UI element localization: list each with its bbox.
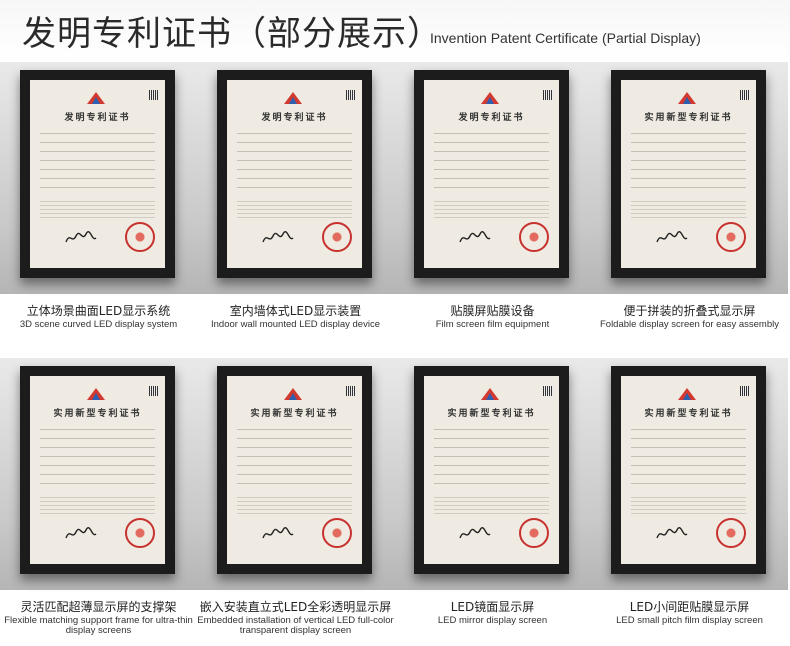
official-seal-icon (519, 222, 549, 252)
caption-english: Foldable display screen for easy assembl… (599, 319, 779, 330)
patent-office-logo-icon (284, 388, 302, 400)
caption-english: Embedded installation of vertical LED fu… (197, 615, 394, 636)
certificate-grid: 发明专利证书 立体场景曲面LED显示系统 3D scene curved LED… (0, 62, 790, 646)
certificate-frame: 发明专利证书 (414, 70, 569, 278)
certificate-title: 实用新型专利证书 (53, 409, 142, 419)
certificate-footnote-block (40, 198, 155, 220)
patent-office-logo-icon (87, 92, 105, 104)
certificate-paper: 实用新型专利证书 (621, 80, 756, 268)
signature-icon (262, 231, 294, 243)
caption-chinese: 便于拼装的折叠式显示屏 (623, 304, 756, 318)
qr-code-icon (740, 386, 750, 396)
signature-icon (65, 231, 97, 243)
official-seal-icon (125, 518, 155, 548)
official-seal-icon (716, 222, 746, 252)
certificate-text-block (434, 128, 549, 188)
qr-code-icon (543, 386, 553, 396)
qr-code-icon (740, 90, 750, 100)
qr-code-icon (149, 90, 159, 100)
certificate-paper: 发明专利证书 (424, 80, 559, 268)
certificate-paper: 发明专利证书 (30, 80, 165, 268)
patent-office-logo-icon (678, 92, 696, 104)
certificate-footnote-block (237, 198, 352, 220)
signature-icon (656, 527, 688, 539)
certificate-frame: 实用新型专利证书 (611, 70, 766, 278)
certificate-title: 实用新型专利证书 (447, 409, 536, 419)
patent-office-logo-icon (284, 92, 302, 104)
official-seal-icon (322, 222, 352, 252)
page-title: 发明专利证书（部分展示） (22, 14, 442, 54)
certificate-footnote-block (40, 494, 155, 516)
caption-chinese: LED镜面显示屏 (450, 600, 535, 614)
official-seal-icon (519, 518, 549, 548)
certificate-title: 发明专利证书 (458, 113, 525, 123)
certificate-text-block (631, 128, 746, 188)
caption-chinese: 立体场景曲面LED显示系统 (26, 304, 171, 318)
caption-english: 3D scene curved LED display system (19, 319, 178, 330)
patent-office-logo-icon (481, 92, 499, 104)
signature-icon (65, 527, 97, 539)
caption-chinese: 嵌入安装直立式LED全彩透明显示屏 (199, 600, 392, 614)
certificate-title: 实用新型专利证书 (644, 409, 733, 419)
certificate-paper: 发明专利证书 (227, 80, 362, 268)
certificate-footnote-block (434, 494, 549, 516)
qr-code-icon (346, 386, 356, 396)
certificate-paper: 实用新型专利证书 (227, 376, 362, 564)
certificate-paper: 实用新型专利证书 (30, 376, 165, 564)
signature-icon (262, 527, 294, 539)
caption-english: Indoor wall mounted LED display device (211, 319, 380, 330)
certificate-frame: 发明专利证书 (217, 70, 372, 278)
official-seal-icon (716, 518, 746, 548)
page-subtitle: Invention Patent Certificate (Partial Di… (430, 30, 701, 46)
certificate-paper: 实用新型专利证书 (621, 376, 756, 564)
certificate-footnote-block (631, 494, 746, 516)
official-seal-icon (322, 518, 352, 548)
certificate-frame: 发明专利证书 (20, 70, 175, 278)
caption-english: LED small pitch film display screen (616, 615, 763, 626)
certificate-footnote-block (631, 198, 746, 220)
caption-chinese: 室内墙体式LED显示装置 (229, 304, 362, 318)
caption-english: Flexible matching support frame for ultr… (4, 615, 193, 636)
certificate-text-block (237, 128, 352, 188)
certificate-frame: 实用新型专利证书 (414, 366, 569, 574)
certificate-frame: 实用新型专利证书 (611, 366, 766, 574)
patent-office-logo-icon (481, 388, 499, 400)
signature-icon (656, 231, 688, 243)
qr-code-icon (543, 90, 553, 100)
qr-code-icon (149, 386, 159, 396)
caption-english: LED mirror display screen (437, 615, 548, 626)
signature-icon (459, 527, 491, 539)
certificate-footnote-block (237, 494, 352, 516)
certificate-text-block (40, 424, 155, 484)
certificate-title: 实用新型专利证书 (644, 113, 733, 123)
official-seal-icon (125, 222, 155, 252)
certificate-text-block (631, 424, 746, 484)
caption-chinese: LED小间距贴膜显示屏 (629, 600, 750, 614)
caption-english: Film screen film equipment (435, 319, 550, 330)
certificate-title: 实用新型专利证书 (250, 409, 339, 419)
caption-chinese: 贴膜屏贴膜设备 (450, 304, 535, 318)
certificate-text-block (40, 128, 155, 188)
qr-code-icon (346, 90, 356, 100)
certificate-text-block (434, 424, 549, 484)
certificate-frame: 实用新型专利证书 (20, 366, 175, 574)
certificate-title: 发明专利证书 (64, 113, 131, 123)
patent-office-logo-icon (87, 388, 105, 400)
certificate-paper: 实用新型专利证书 (424, 376, 559, 564)
signature-icon (459, 231, 491, 243)
caption-chinese: 灵活匹配超薄显示屏的支撑架 (20, 600, 177, 614)
certificate-text-block (237, 424, 352, 484)
patent-office-logo-icon (678, 388, 696, 400)
header: 发明专利证书（部分展示） Invention Patent Certificat… (0, 0, 790, 62)
certificate-title: 发明专利证书 (261, 113, 328, 123)
certificate-footnote-block (434, 198, 549, 220)
certificate-frame: 实用新型专利证书 (217, 366, 372, 574)
